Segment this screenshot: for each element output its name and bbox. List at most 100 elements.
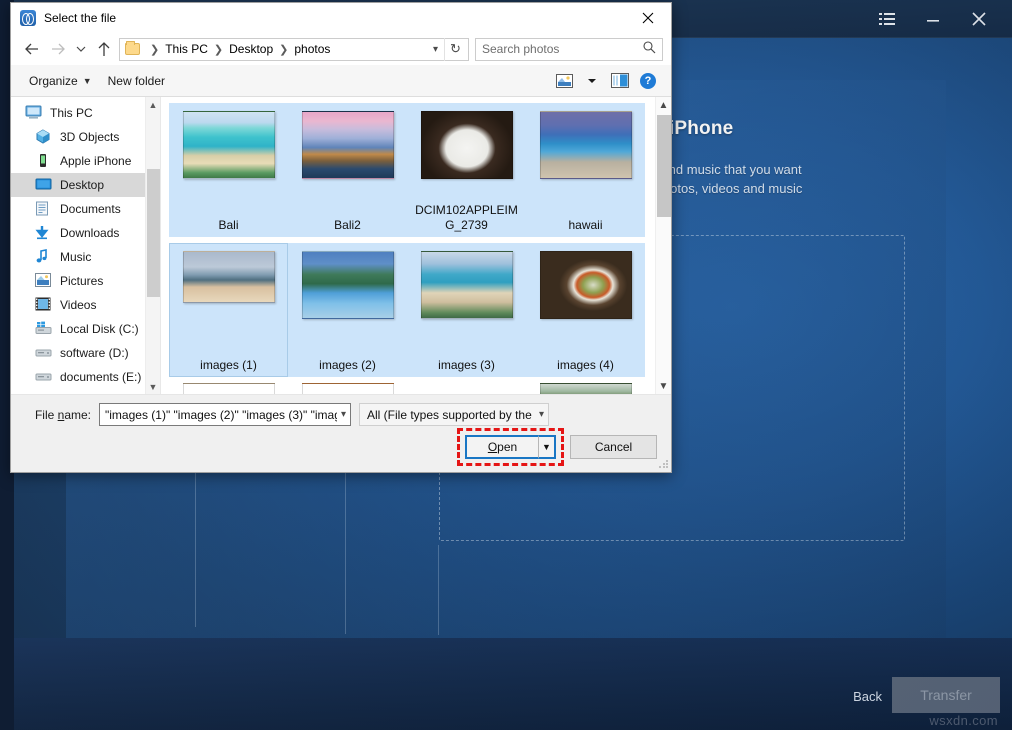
breadcrumb-item-photos[interactable]: photos bbox=[292, 42, 332, 56]
resize-grip-icon[interactable] bbox=[658, 459, 668, 469]
chevron-down-icon[interactable]: ▾ bbox=[535, 409, 544, 420]
file-name-value: "images (1)" "images (2)" "images (3)" "… bbox=[105, 408, 337, 422]
file-thumbnail bbox=[302, 251, 394, 319]
file-item-partial[interactable] bbox=[288, 383, 407, 394]
up-arrow-icon[interactable] bbox=[91, 36, 117, 62]
file-item[interactable]: DCIM102APPLEIMG_2739 bbox=[407, 103, 526, 237]
file-item-partial[interactable] bbox=[407, 383, 526, 394]
dialog-buttons-row: Open ▼ Cancel bbox=[25, 435, 657, 459]
recent-locations-icon[interactable] bbox=[71, 36, 91, 62]
file-name-input[interactable]: "images (1)" "images (2)" "images (3)" "… bbox=[99, 403, 351, 426]
minimize-icon[interactable] bbox=[910, 0, 956, 38]
transfer-button[interactable]: Transfer bbox=[892, 677, 1000, 713]
sidebar-item-software-d[interactable]: software (D:) bbox=[11, 341, 160, 365]
sidebar-item-local-disk-c[interactable]: Local Disk (C:) bbox=[11, 317, 160, 341]
file-item[interactable]: Bali bbox=[169, 103, 288, 237]
organize-button[interactable]: Organize ▼ bbox=[21, 71, 100, 91]
sidebar-item-label: software (D:) bbox=[60, 346, 129, 360]
file-name-field-label: File name: bbox=[25, 408, 91, 422]
file-item[interactable]: images (2) bbox=[288, 243, 407, 377]
refresh-icon[interactable]: ↻ bbox=[444, 38, 466, 61]
sidebar-scrollbar[interactable]: ▲ ▼ bbox=[145, 97, 160, 394]
dialog-toolbar: Organize ▼ New folder bbox=[11, 65, 671, 97]
sidebar-item-documents[interactable]: Documents bbox=[11, 197, 160, 221]
sidebar-item-label: Downloads bbox=[60, 226, 119, 240]
help-icon[interactable]: ? bbox=[635, 70, 661, 92]
file-thumbnail bbox=[421, 251, 513, 319]
file-name-label: Bali bbox=[174, 218, 284, 233]
chevron-down-icon[interactable]: ▼ bbox=[656, 378, 671, 394]
file-list-pane[interactable]: Bali Bali2 DCIM102APPLEIMG_2739 hawaii bbox=[161, 97, 671, 394]
breadcrumb[interactable]: ❯ This PC ❯ Desktop ❯ photos ▾ ↻ bbox=[119, 38, 469, 61]
chevron-up-icon[interactable]: ▲ bbox=[656, 97, 671, 113]
back-button[interactable]: Back bbox=[853, 689, 882, 704]
preview-pane-icon[interactable] bbox=[607, 70, 633, 92]
sidebar-item-this-pc[interactable]: This PC bbox=[11, 101, 160, 125]
local-disk-icon bbox=[35, 321, 53, 337]
back-arrow-icon[interactable] bbox=[19, 36, 45, 62]
app-footer: Back Transfer wsxdn.com bbox=[14, 638, 1012, 730]
select-file-app-icon bbox=[20, 10, 36, 26]
file-grid-partial-row bbox=[161, 383, 671, 394]
chevron-down-icon[interactable]: ▾ bbox=[337, 409, 346, 420]
file-item[interactable]: images (4) bbox=[526, 243, 645, 377]
sidebar-item-apple-iphone[interactable]: Apple iPhone bbox=[11, 149, 160, 173]
sidebar-item-music[interactable]: Music bbox=[11, 245, 160, 269]
file-type-value: All (File types supported by the bbox=[367, 408, 535, 422]
file-type-select[interactable]: All (File types supported by the ▾ bbox=[359, 403, 549, 426]
close-icon[interactable] bbox=[956, 0, 1002, 38]
sidebar-item-downloads[interactable]: Downloads bbox=[11, 221, 160, 245]
documents-icon bbox=[35, 201, 53, 217]
open-button[interactable]: Open bbox=[465, 435, 538, 459]
breadcrumb-separator: ❯ bbox=[210, 43, 227, 56]
toolbar-right-group: ? bbox=[551, 70, 661, 92]
cancel-button[interactable]: Cancel bbox=[570, 435, 657, 459]
chevron-down-icon[interactable] bbox=[579, 70, 605, 92]
scrollbar-thumb[interactable] bbox=[147, 169, 160, 297]
sidebar-item-videos[interactable]: Videos bbox=[11, 293, 160, 317]
file-item[interactable]: images (3) bbox=[407, 243, 526, 377]
file-pane-scrollbar[interactable]: ▲ ▼ bbox=[655, 97, 671, 394]
file-name-label: hawaii bbox=[531, 218, 641, 233]
new-folder-button[interactable]: New folder bbox=[100, 71, 173, 91]
chevron-down-icon[interactable]: ▾ bbox=[427, 44, 444, 55]
file-item-partial[interactable] bbox=[526, 383, 645, 394]
new-folder-label: New folder bbox=[108, 74, 165, 88]
breadcrumb-item-this-pc[interactable]: This PC bbox=[163, 42, 210, 56]
music-icon bbox=[35, 249, 53, 265]
select-file-dialog: Select the file ❯ Thi bbox=[10, 2, 672, 473]
search-input[interactable]: Search photos bbox=[475, 38, 663, 61]
file-name-label: images (4) bbox=[531, 358, 641, 373]
sidebar-item-desktop[interactable]: Desktop bbox=[11, 173, 160, 197]
open-dropdown-button[interactable]: ▼ bbox=[538, 435, 556, 459]
folder-icon bbox=[125, 43, 140, 55]
change-view-icon[interactable] bbox=[551, 70, 577, 92]
chevron-up-icon[interactable]: ▲ bbox=[146, 97, 160, 112]
file-name-label: images (3) bbox=[412, 358, 522, 373]
breadcrumb-item-desktop[interactable]: Desktop bbox=[227, 42, 275, 56]
panel-divider-1 bbox=[195, 472, 196, 627]
list-menu-icon[interactable] bbox=[864, 0, 910, 38]
search-placeholder: Search photos bbox=[482, 42, 559, 56]
file-item[interactable]: Bali2 bbox=[288, 103, 407, 237]
sidebar-item-label: This PC bbox=[50, 106, 93, 120]
file-name-label: DCIM102APPLEIMG_2739 bbox=[412, 203, 522, 233]
file-name-label: Bali2 bbox=[293, 218, 403, 233]
file-item[interactable]: images (1) bbox=[169, 243, 288, 377]
this-pc-icon bbox=[25, 105, 43, 121]
panel-divider-3 bbox=[438, 545, 439, 635]
sidebar-item-pictures[interactable]: Pictures bbox=[11, 269, 160, 293]
file-name-label: images (1) bbox=[174, 358, 284, 373]
file-thumbnail bbox=[302, 111, 394, 179]
scrollbar-thumb[interactable] bbox=[657, 115, 671, 217]
file-item-partial[interactable] bbox=[169, 383, 288, 394]
chevron-down-icon[interactable]: ▼ bbox=[146, 379, 160, 394]
open-label: Open bbox=[488, 440, 517, 454]
dialog-footer: File name: "images (1)" "images (2)" "im… bbox=[11, 394, 671, 472]
sidebar-item-3d-objects[interactable]: 3D Objects bbox=[11, 125, 160, 149]
sidebar-item-documents-e[interactable]: documents (E:) bbox=[11, 365, 160, 389]
file-grid: Bali Bali2 DCIM102APPLEIMG_2739 hawaii bbox=[161, 97, 671, 383]
3d-objects-icon bbox=[35, 129, 53, 145]
file-item[interactable]: hawaii bbox=[526, 103, 645, 237]
close-icon[interactable] bbox=[625, 3, 671, 33]
